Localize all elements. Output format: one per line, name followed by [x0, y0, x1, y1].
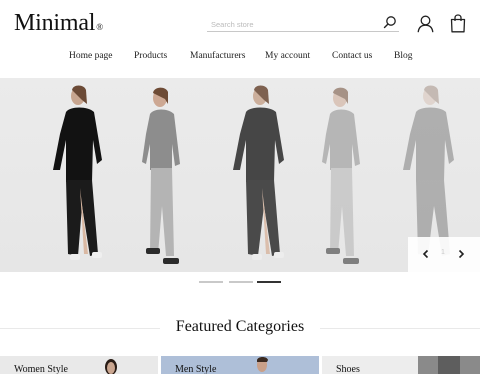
model-image-grey-outfit-faded: [322, 87, 360, 264]
slider-dot-1[interactable]: [199, 281, 223, 283]
slider-dot-3-active[interactable]: [257, 281, 281, 283]
slider-pagination: [199, 281, 283, 284]
nav-contact-us[interactable]: Contact us: [332, 51, 372, 61]
category-card-men[interactable]: Men Style: [161, 356, 319, 374]
model-image-black-outfit-faded: [233, 85, 284, 260]
search-icon[interactable]: [383, 15, 397, 29]
slider-dot-2[interactable]: [229, 281, 253, 283]
nav-blog[interactable]: Blog: [394, 51, 412, 61]
chevron-left-icon[interactable]: [420, 248, 432, 260]
main-navigation: Home page Products Manufacturers My acco…: [0, 51, 480, 65]
nav-my-account[interactable]: My account: [265, 51, 310, 61]
category-label-shoes: Shoes: [336, 364, 360, 374]
user-account-icon[interactable]: [417, 15, 434, 33]
category-cards: Women Style Men Style Shoes: [0, 356, 480, 374]
featured-categories-heading: Featured Categories: [175, 318, 305, 335]
logo-text: Minimal: [14, 10, 96, 36]
category-card-shoes[interactable]: Shoes: [322, 356, 480, 374]
women-category-image: [105, 359, 117, 374]
model-image-grey-outfit: [142, 87, 180, 264]
men-category-image: [257, 357, 268, 372]
slide-counter: 1: [441, 249, 445, 256]
logo-mark: ®: [96, 22, 103, 32]
site-header: Minimal® Home page Products Manufacturer…: [0, 0, 480, 78]
nav-products[interactable]: Products: [134, 51, 167, 61]
category-card-women[interactable]: Women Style: [0, 356, 158, 374]
category-label-men: Men Style: [175, 364, 217, 374]
shopping-bag-icon[interactable]: [450, 14, 466, 33]
search-bar: [207, 14, 399, 33]
shoes-category-image: [418, 356, 480, 374]
model-image-black-outfit: [53, 85, 102, 260]
site-logo[interactable]: Minimal®: [14, 10, 103, 37]
nav-manufacturers[interactable]: Manufacturers: [190, 51, 245, 61]
search-input[interactable]: [207, 16, 377, 33]
chevron-right-icon[interactable]: [455, 248, 467, 260]
category-label-women: Women Style: [14, 364, 68, 374]
nav-home-page[interactable]: Home page: [69, 51, 113, 61]
slider-controls: 1: [408, 237, 480, 272]
